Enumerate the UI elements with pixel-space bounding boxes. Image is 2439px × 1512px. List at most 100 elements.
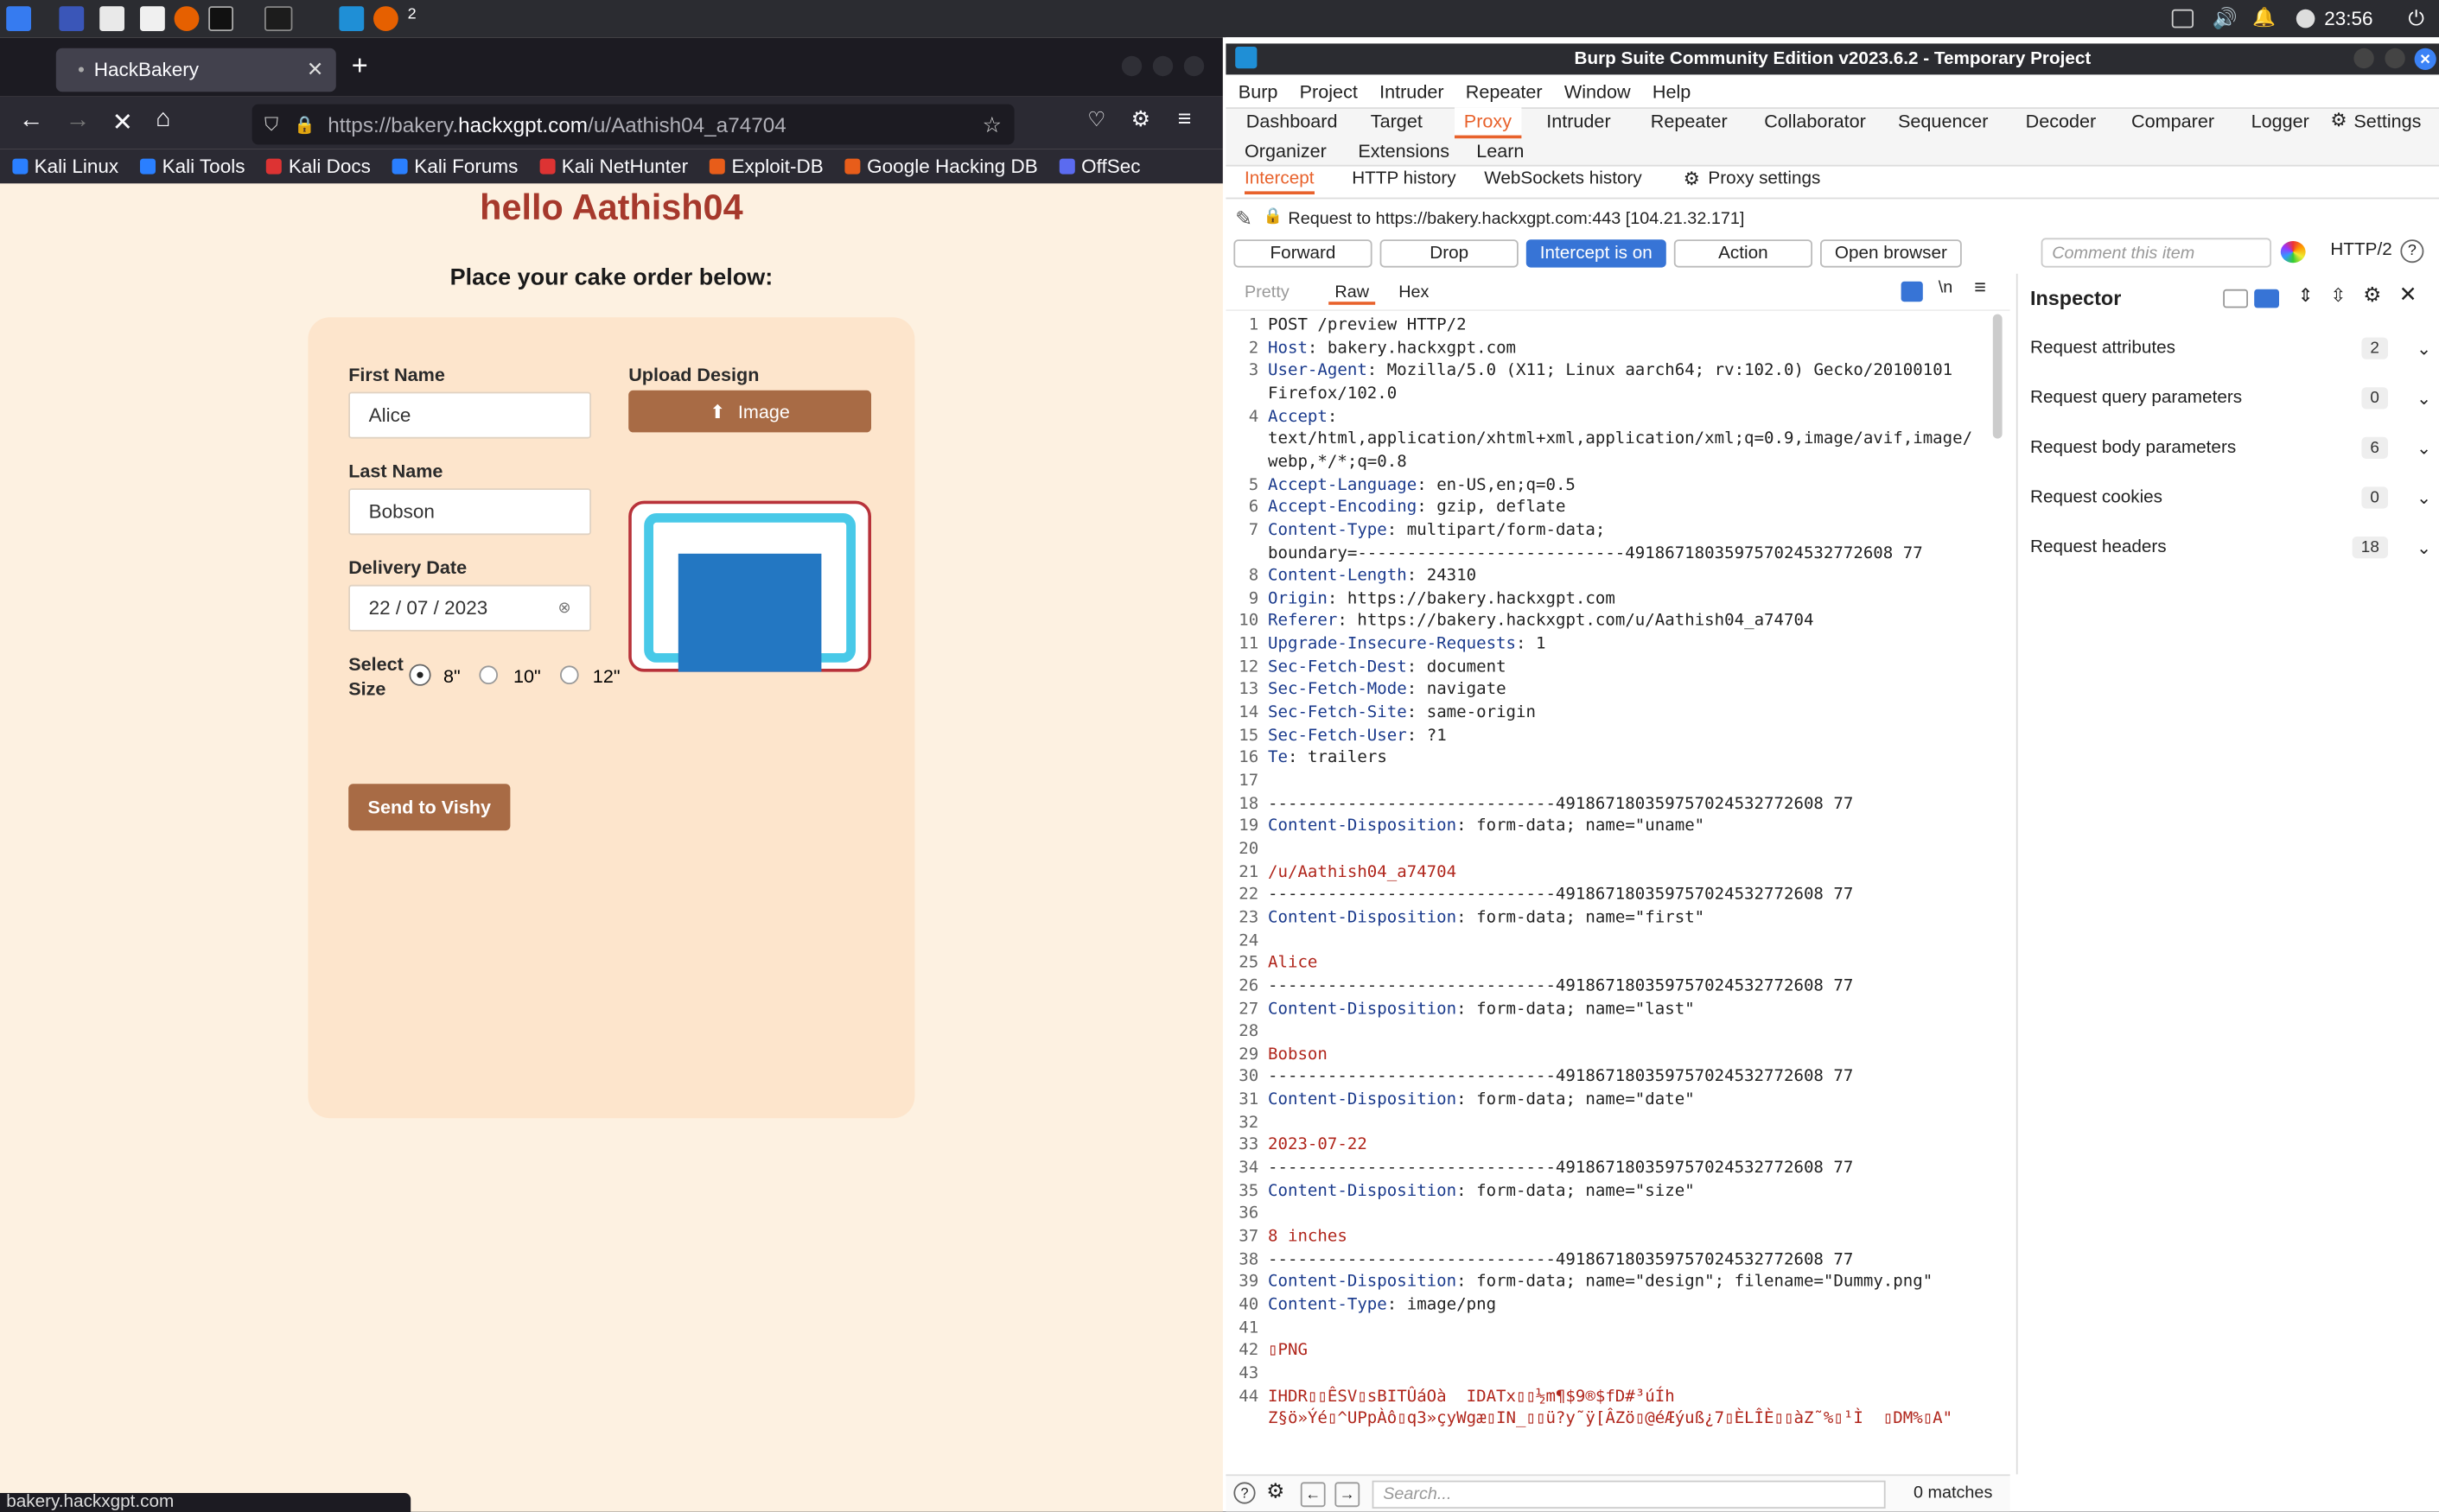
minimize-icon[interactable]: [1121, 55, 1143, 77]
kali-menu-icon[interactable]: [6, 6, 31, 31]
inspector-row-headers[interactable]: Request headers 18 ⌄: [2030, 529, 2431, 566]
tab-learn[interactable]: Learn: [1476, 140, 1524, 162]
inspector-close-icon[interactable]: ✕: [2399, 282, 2417, 308]
size-8-radio[interactable]: [411, 665, 430, 684]
inspector-row-body-parameters[interactable]: Request body parameters 6 ⌄: [2030, 429, 2431, 467]
tab-extensions[interactable]: Extensions: [1358, 140, 1449, 162]
power-status-icon[interactable]: [2296, 9, 2315, 29]
editor-scrollbar[interactable]: [1992, 314, 2003, 439]
subtab-http-history[interactable]: HTTP history: [1352, 169, 1455, 188]
url-bar[interactable]: ⛉ 🔒 https://bakery. hackxgpt.com/u/Aathis…: [252, 104, 1015, 145]
intercept-toggle-button[interactable]: Intercept is on: [1525, 239, 1666, 268]
clear-date-icon[interactable]: ⊗: [557, 600, 570, 617]
bookmark-kali-tools[interactable]: Kali Tools: [140, 156, 245, 177]
back-icon[interactable]: ←: [19, 107, 44, 135]
close-window-icon[interactable]: [1183, 55, 1205, 77]
view-tab-hex[interactable]: Hex: [1398, 283, 1429, 302]
lock-icon[interactable]: 🔒: [294, 114, 315, 135]
forward-icon[interactable]: →: [66, 107, 91, 135]
last-name-input[interactable]: Bobson: [348, 488, 591, 536]
tab-organizer[interactable]: Organizer: [1245, 140, 1327, 162]
tab-collaborator[interactable]: Collaborator: [1764, 111, 1866, 132]
show-newlines-icon[interactable]: \n: [1939, 278, 1953, 297]
action-button[interactable]: Action: [1673, 239, 1812, 268]
bookmark-google-hacking-db[interactable]: Google Hacking DB: [844, 156, 1038, 177]
tab-proxy[interactable]: Proxy: [1455, 107, 1521, 139]
subtab-proxy-settings[interactable]: Proxy settings: [1708, 169, 1820, 188]
tab-logger[interactable]: Logger: [2251, 111, 2309, 132]
stop-icon[interactable]: ✕: [112, 107, 133, 138]
bookmark-kali-forums[interactable]: Kali Forums: [392, 156, 518, 177]
help-icon[interactable]: ?: [2400, 239, 2424, 264]
firefox-icon[interactable]: [174, 6, 200, 31]
bookmark-exploit-db[interactable]: Exploit-DB: [710, 156, 824, 177]
send-to-vishy-button[interactable]: Send to Vishy: [348, 784, 511, 831]
home-icon[interactable]: ⌂: [156, 105, 170, 133]
search-prev-icon[interactable]: ←: [1300, 1482, 1326, 1508]
menu-help[interactable]: Help: [1653, 81, 1691, 103]
search-next-icon[interactable]: →: [1334, 1482, 1360, 1508]
collapse-all-icon[interactable]: ⇳: [2330, 284, 2346, 306]
tab-hackbakery[interactable]: • HackBakery ✕: [55, 48, 336, 92]
workspace-icon[interactable]: [264, 6, 293, 31]
extensions-icon[interactable]: ⚙: [1131, 105, 1151, 132]
search-input[interactable]: Search...: [1372, 1480, 1886, 1509]
first-name-input[interactable]: Alice: [348, 391, 591, 439]
editor-menu-icon[interactable]: ≡: [1974, 276, 1986, 299]
open-browser-button[interactable]: Open browser: [1820, 239, 1962, 268]
size-10-radio[interactable]: [479, 665, 498, 684]
terminal-icon[interactable]: [208, 6, 233, 31]
menu-intruder[interactable]: Intruder: [1379, 81, 1443, 103]
burp-close-icon[interactable]: ✕: [2414, 48, 2436, 70]
search-help-icon[interactable]: ?: [1233, 1482, 1256, 1504]
text-editor-icon[interactable]: [140, 6, 165, 31]
tab-settings[interactable]: Settings: [2353, 111, 2421, 132]
subtab-intercept[interactable]: Intercept: [1245, 169, 1315, 194]
tab-comparer[interactable]: Comparer: [2131, 111, 2214, 132]
menu-project[interactable]: Project: [1300, 81, 1358, 103]
view-tab-pretty[interactable]: Pretty: [1245, 283, 1290, 302]
size-12-radio[interactable]: [560, 665, 579, 684]
inspector-row-request-attributes[interactable]: Request attributes 2 ⌄: [2030, 330, 2431, 367]
tab-target[interactable]: Target: [1371, 111, 1423, 132]
close-tab-icon[interactable]: ✕: [307, 58, 324, 83]
app-menu-icon[interactable]: ≡: [1178, 105, 1192, 132]
tab-dashboard[interactable]: Dashboard: [1246, 111, 1338, 132]
expand-all-icon[interactable]: ⇕: [2298, 284, 2314, 306]
tab-repeater[interactable]: Repeater: [1651, 111, 1728, 132]
menu-window[interactable]: Window: [1564, 81, 1631, 103]
bookmark-kali-docs[interactable]: Kali Docs: [266, 156, 371, 177]
burp-taskbar-icon[interactable]: [339, 6, 365, 31]
tab-sequencer[interactable]: Sequencer: [1898, 111, 1988, 132]
tab-intruder[interactable]: Intruder: [1546, 111, 1610, 132]
desktop-icon[interactable]: [59, 6, 85, 31]
layout-split-icon[interactable]: [2254, 289, 2279, 308]
burp-minimize-icon[interactable]: [2353, 48, 2374, 69]
pocket-icon[interactable]: ♡: [1087, 107, 1105, 132]
volume-icon[interactable]: 🔊: [2213, 6, 2238, 31]
request-editor[interactable]: 1 POST /preview HTTP/2 2 Host: bakery.hackx…: [1226, 311, 2003, 1474]
bookmark-offsec[interactable]: OffSec: [1059, 156, 1141, 177]
highlight-color-icon[interactable]: [2280, 241, 2306, 264]
burp-maximize-icon[interactable]: [2385, 48, 2405, 69]
search-settings-icon[interactable]: ⚙: [1266, 1479, 1284, 1504]
upload-image-button[interactable]: ⬆ Image: [628, 390, 871, 433]
subtab-websockets-history[interactable]: WebSockets history: [1484, 169, 1642, 188]
bookmark-kali-linux[interactable]: Kali Linux: [12, 156, 118, 177]
inspector-row-query-parameters[interactable]: Request query parameters 0 ⌄: [2030, 379, 2431, 416]
settings-gear-icon[interactable]: ⚙: [2330, 109, 2347, 130]
inspector-row-cookies[interactable]: Request cookies 0 ⌄: [2030, 479, 2431, 516]
screen-icon[interactable]: [2171, 9, 2194, 29]
comment-input[interactable]: Comment this item: [2041, 238, 2271, 268]
tab-decoder[interactable]: Decoder: [2026, 111, 2097, 132]
shield-icon[interactable]: ⛉: [264, 113, 278, 137]
proxy-settings-gear-icon[interactable]: ⚙: [1684, 168, 1700, 189]
inspector-settings-icon[interactable]: ⚙: [2363, 283, 2381, 308]
logout-icon[interactable]: ⏻: [2408, 6, 2424, 31]
firefox-taskbar-icon[interactable]: [373, 6, 398, 31]
menu-burp[interactable]: Burp: [1239, 81, 1278, 103]
workspace-badge[interactable]: 2: [408, 6, 439, 31]
drop-button[interactable]: Drop: [1379, 239, 1519, 268]
maximize-icon[interactable]: [1152, 55, 1174, 77]
file-manager-icon[interactable]: [99, 6, 124, 31]
